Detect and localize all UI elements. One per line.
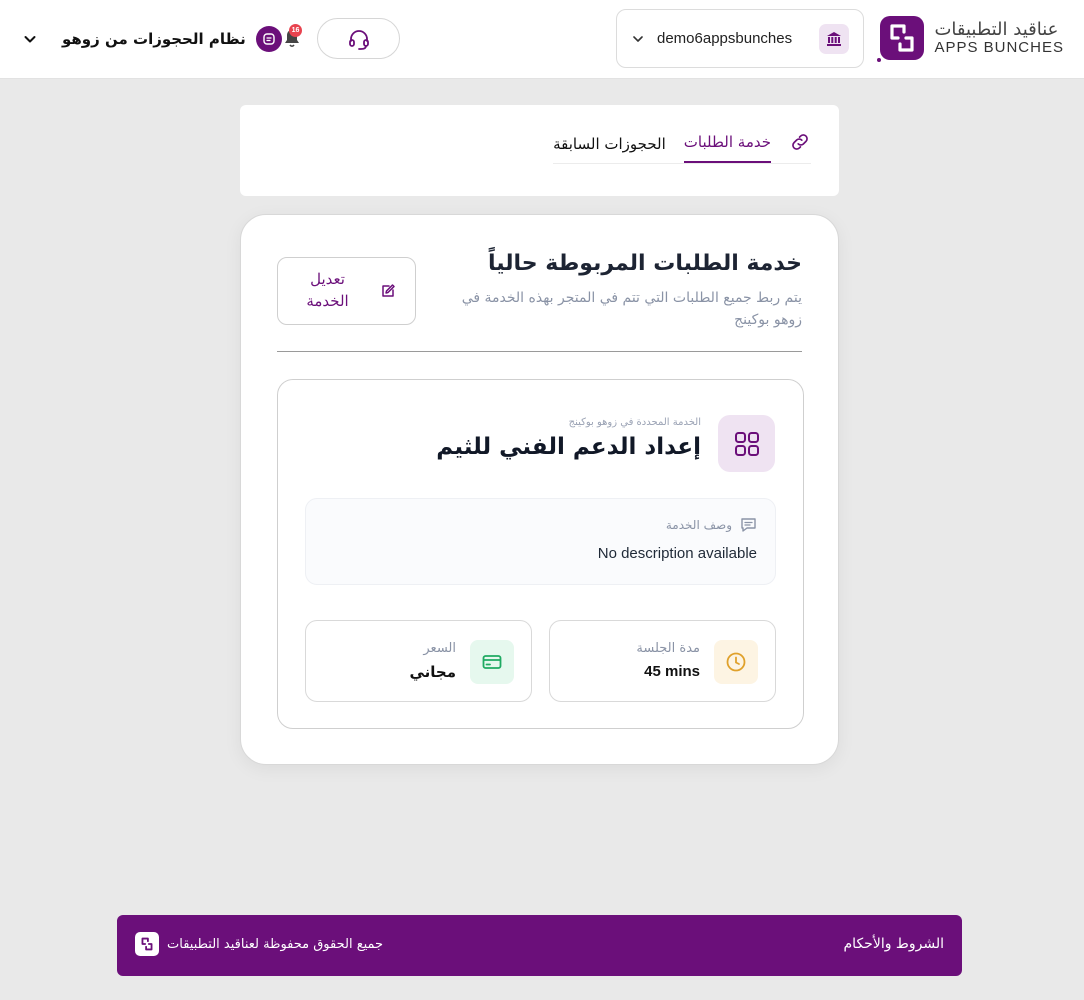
service-name: إعداد الدعم الفني للثيم — [436, 434, 701, 460]
tab-previous-bookings[interactable]: الحجوزات السابقة — [553, 135, 666, 163]
tab-bar: خدمة الطلبات الحجوزات السابقة — [553, 131, 811, 164]
link-icon — [792, 134, 808, 150]
linked-service-card: خدمة الطلبات المربوطة حالياً يتم ربط جمي… — [240, 214, 839, 765]
service-caption: الخدمة المحددة في زوهو بوكينج — [568, 417, 701, 428]
page-subtitle: يتم ربط جميع الطلبات التي تتم في المتجر … — [461, 290, 802, 328]
tab-orders-service[interactable]: خدمة الطلبات — [683, 133, 771, 163]
chevron-down-icon — [633, 35, 643, 42]
zoho-bookings-icon — [255, 26, 282, 52]
apps-bunches-logo[interactable]: عناقيد التطبيقات APPS BUNCHES — [877, 16, 1064, 62]
edit-icon — [381, 284, 395, 297]
app-name: نظام الحجوزات من زوهو — [62, 30, 246, 48]
chevron-down-icon — [24, 36, 36, 43]
price-label: السعر — [423, 641, 456, 656]
price-box: السعر مجاني — [305, 620, 532, 702]
price-value: مجاني — [409, 663, 456, 681]
page-title: خدمة الطلبات المربوطة حالياً — [487, 251, 802, 276]
logo-dot — [877, 58, 882, 62]
tab-orders-service-label: خدمة الطلبات — [683, 133, 771, 151]
logo-text-arabic: عناقيد التطبيقات — [934, 18, 1059, 40]
logo-text: عناقيد التطبيقات APPS BUNCHES — [934, 18, 1064, 56]
page-footer: الشروط والأحكام جميع الحقوق محفوظة لعناق… — [117, 915, 962, 976]
notification-count-badge: 16 — [289, 24, 302, 37]
apps-bunches-logo-icon — [877, 16, 925, 62]
support-button[interactable] — [317, 18, 400, 59]
description-label: وصف الخدمة — [665, 518, 732, 532]
grid-icon — [718, 415, 775, 472]
clock-icon — [714, 640, 758, 684]
tab-previous-bookings-label: الحجوزات السابقة — [553, 135, 666, 153]
tabs-card: خدمة الطلبات الحجوزات السابقة — [240, 105, 839, 196]
service-description-box: وصف الخدمة No description available — [305, 498, 776, 585]
copyright-text: جميع الحقوق محفوظة لعناقيد التطبيقات — [167, 936, 384, 952]
edit-service-button[interactable]: تعديل الخدمة — [277, 257, 416, 325]
top-header: عناقيد التطبيقات APPS BUNCHES demo6appsb… — [0, 0, 1084, 79]
app-switcher[interactable]: نظام الحجوزات من زوهو — [22, 24, 282, 54]
comment-icon — [741, 518, 756, 532]
selected-service-panel: الخدمة المحددة في زوهو بوكينج إعداد الدع… — [277, 379, 804, 729]
apps-bunches-logo-icon — [135, 932, 159, 956]
duration-value: 45 mins — [644, 663, 700, 680]
store-account-name: demo6appsbunches — [657, 30, 793, 47]
description-value: No description available — [597, 545, 757, 562]
session-duration-box: مدة الجلسة 45 mins — [549, 620, 776, 702]
headset-icon — [348, 29, 369, 50]
credit-card-icon — [470, 640, 514, 684]
tab-link-icon-wrap — [789, 131, 811, 163]
bank-icon — [819, 23, 849, 54]
duration-label: مدة الجلسة — [636, 641, 700, 656]
description-header: وصف الخدمة — [666, 517, 757, 533]
store-account-select[interactable]: demo6appsbunches — [616, 9, 864, 68]
logo-text-english: APPS BUNCHES — [934, 38, 1064, 56]
copyright: جميع الحقوق محفوظة لعناقيد التطبيقات — [135, 932, 383, 956]
terms-link[interactable]: الشروط والأحكام — [844, 936, 944, 952]
edit-service-label: تعديل الخدمة — [306, 271, 349, 310]
section-divider — [277, 351, 802, 352]
